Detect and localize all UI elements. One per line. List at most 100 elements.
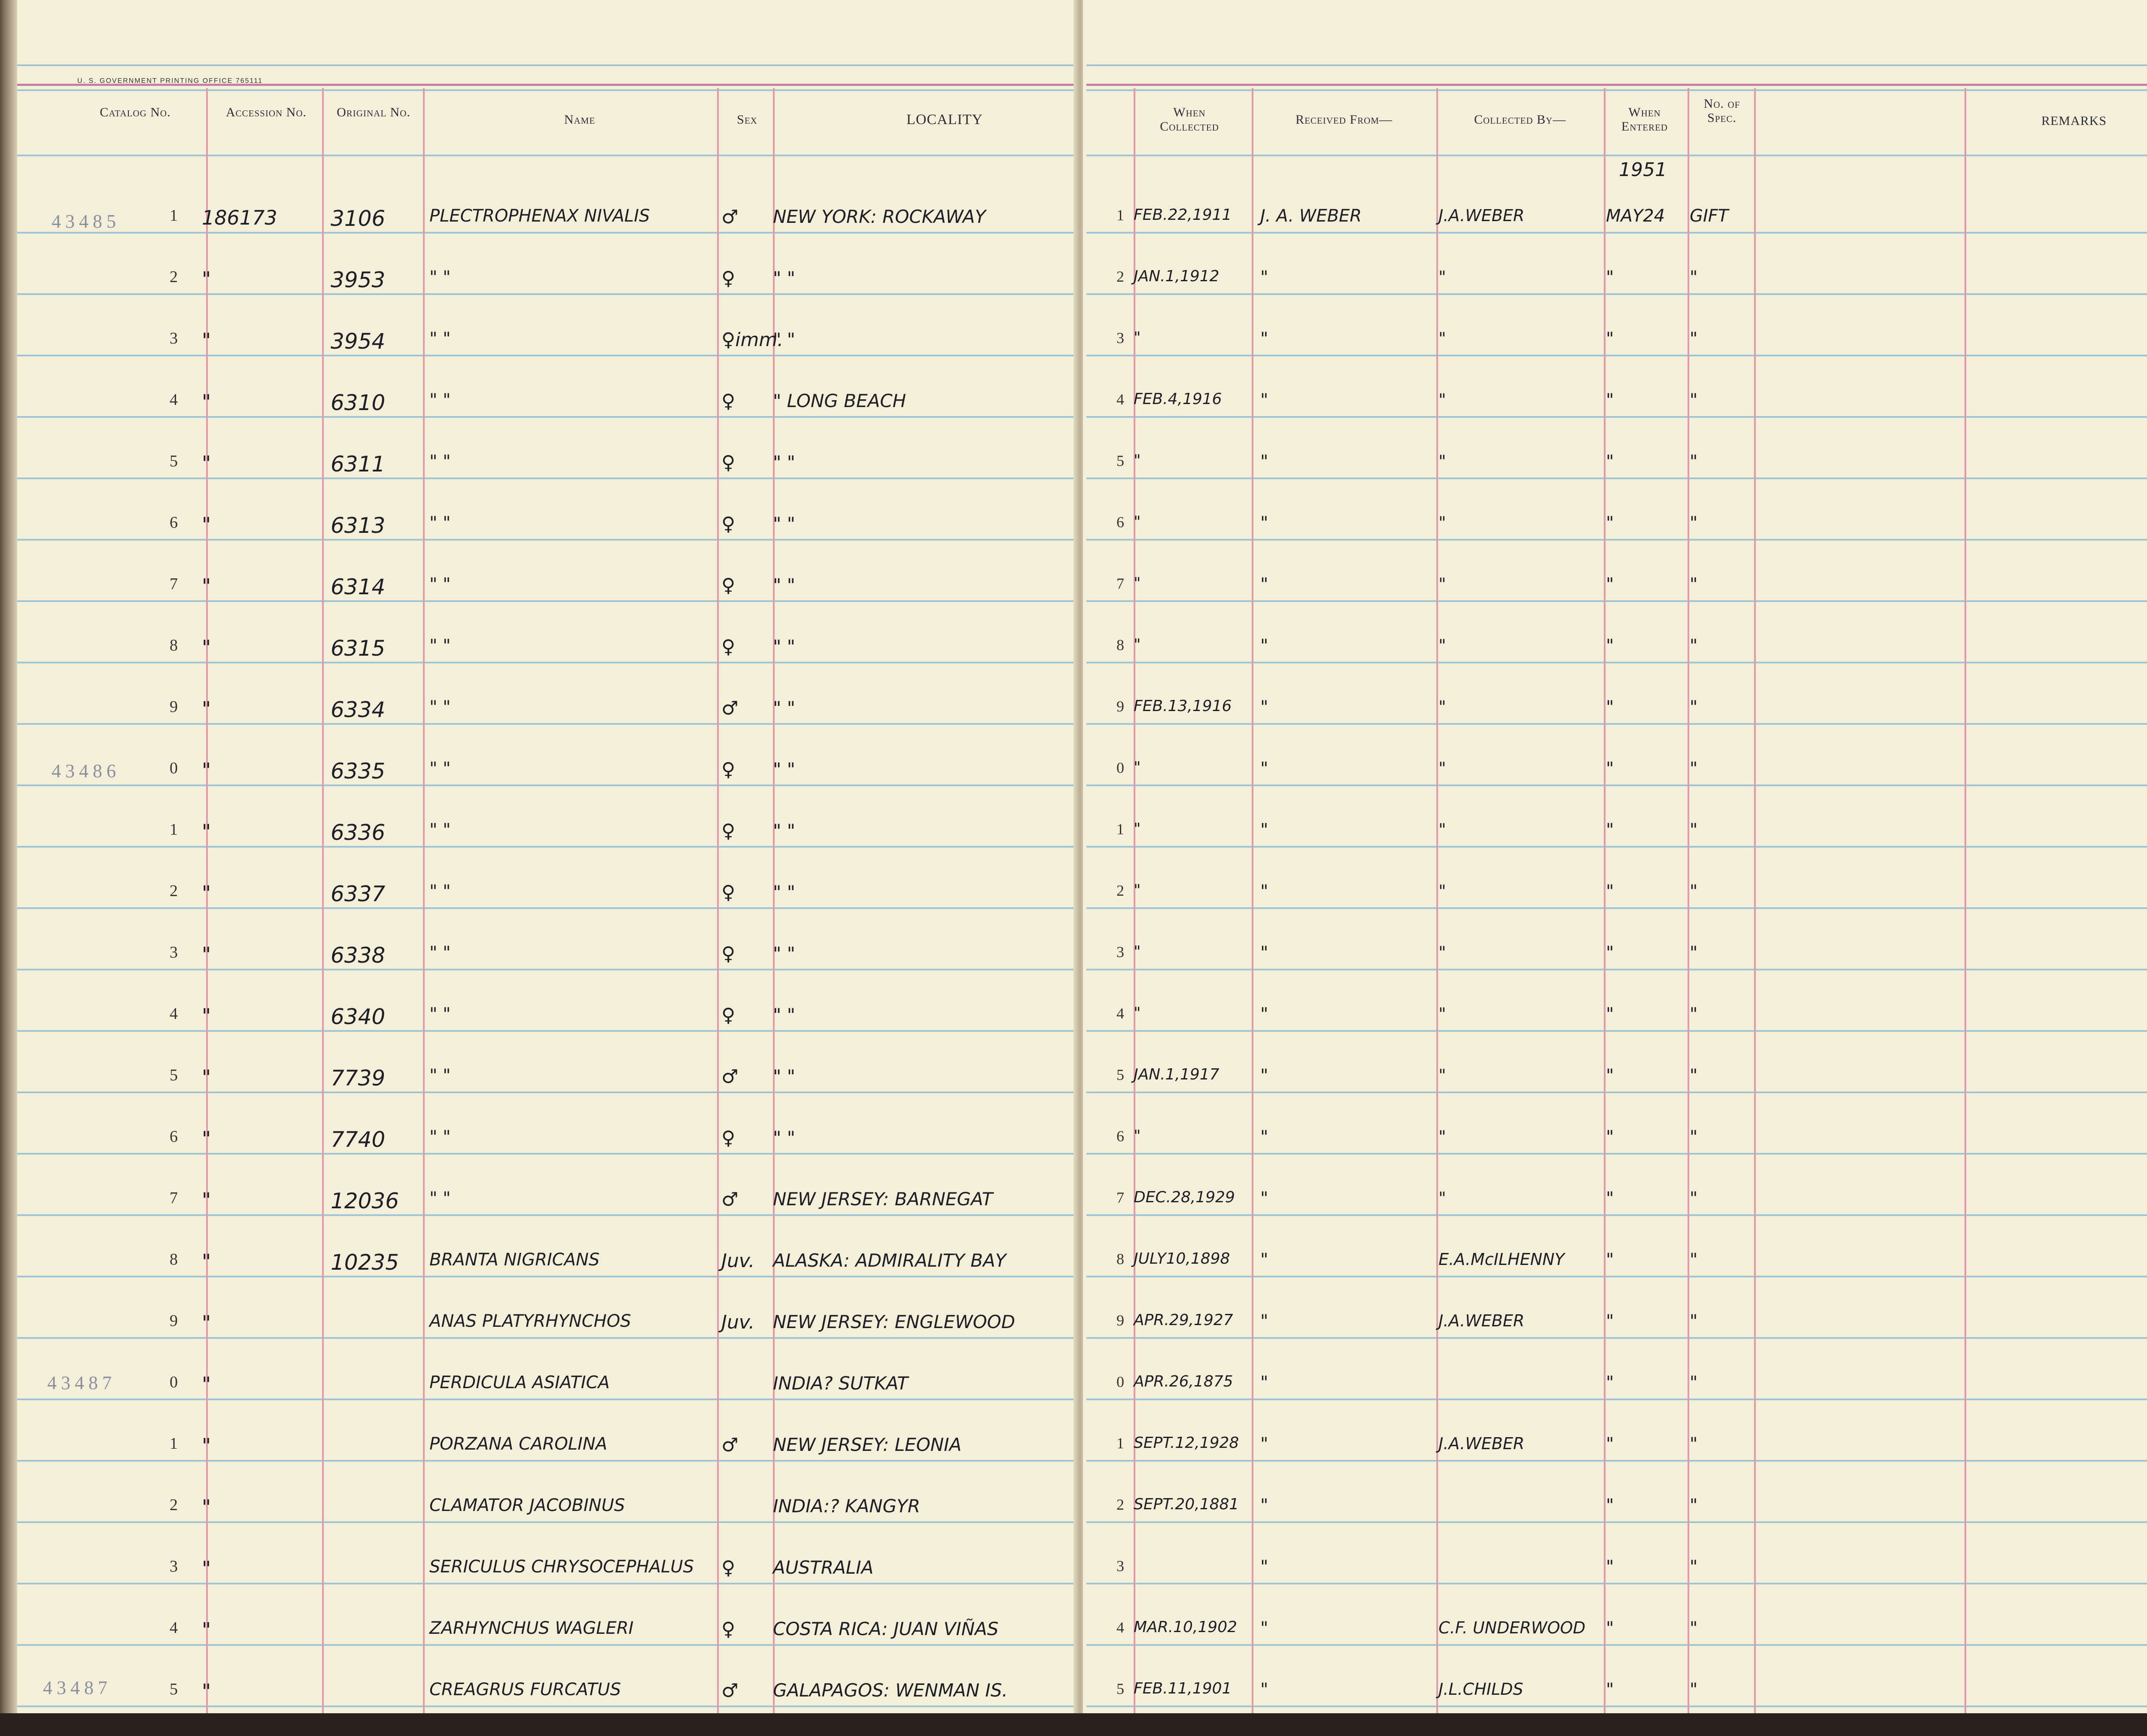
locality-cell: " ": [773, 1066, 795, 1087]
name-cell: " ": [429, 513, 451, 533]
accession-cell: ": [202, 759, 211, 782]
collected-by-cell: J.A.WEBER: [1438, 1434, 1525, 1453]
date-cell: JAN.1,1917: [1134, 1066, 1219, 1083]
right-row-number: 3: [1116, 1557, 1124, 1575]
ruled-line: [1086, 232, 2147, 234]
ruled-line: [17, 1030, 1074, 1032]
name-cell: " ": [429, 575, 451, 594]
locality-cell: NEW JERSEY: ENGLEWOOD: [773, 1311, 1016, 1332]
sex-cell: ♀: [721, 943, 736, 965]
received-from-cell: ": [1260, 1004, 1268, 1024]
received-from-cell: ": [1260, 452, 1268, 471]
received-from-cell: ": [1260, 943, 1268, 963]
ruled-line: [17, 969, 1074, 970]
accession-cell: ": [202, 575, 211, 598]
collected-by-cell: ": [1438, 882, 1446, 900]
sex-cell: ♀: [721, 513, 736, 535]
row-number: 8: [170, 1250, 178, 1268]
when-entered-cell: ": [1606, 1680, 1614, 1700]
collected-by-cell: ": [1438, 268, 1446, 286]
ruled-line: [17, 1153, 1074, 1155]
accession-cell: ": [202, 1557, 211, 1580]
date-cell: APR.26,1875: [1134, 1373, 1233, 1390]
accession-cell: ": [202, 820, 211, 843]
date-cell: FEB.11,1901: [1134, 1680, 1232, 1697]
when-entered-cell: ": [1606, 1618, 1614, 1638]
row-number: 3: [170, 329, 178, 347]
collected-by-cell: ": [1438, 1066, 1446, 1085]
name-cell: BRANTA NIGRICANS: [429, 1250, 600, 1270]
date-cell: ": [1134, 575, 1141, 592]
right-row-number: 9: [1116, 698, 1124, 715]
original-no-cell: 6336: [331, 820, 386, 845]
when-entered-cell: ": [1606, 1189, 1614, 1208]
right-row-number: 0: [1116, 759, 1124, 776]
when-entered-cell: ": [1606, 882, 1614, 901]
name-cell: PORZANA CAROLINA: [429, 1434, 608, 1454]
locality-cell: " ": [773, 268, 795, 289]
locality-cell: ALASKA: ADMIRALITY BAY: [773, 1250, 1007, 1271]
when-entered-cell: ": [1606, 1557, 1614, 1577]
accession-cell: ": [202, 1311, 211, 1335]
row-number: 2: [170, 882, 178, 900]
row-number: 6: [170, 1128, 178, 1146]
row-number: 5: [170, 1680, 178, 1698]
when-entered-cell: ": [1606, 1250, 1614, 1270]
locality-cell: " LONG BEACH: [773, 390, 906, 411]
received-from-cell: ": [1260, 1066, 1268, 1085]
collected-by-cell: E.A.McILHENNY: [1438, 1250, 1565, 1269]
when-entered-cell: ": [1606, 390, 1614, 410]
received-from-cell: ": [1260, 1680, 1268, 1700]
collected-by-cell: ": [1438, 636, 1446, 655]
sex-cell: ♀: [721, 1557, 736, 1579]
accession-cell: ": [202, 513, 211, 536]
no-of-spec-cell: ": [1690, 1496, 1698, 1515]
right-row-number: 7: [1116, 575, 1124, 592]
sex-cell: ♀: [721, 882, 736, 903]
locality-cell: " ": [773, 1004, 795, 1025]
ruled-line: [17, 784, 1074, 786]
header-original-no: Original No.: [337, 105, 411, 119]
received-from-cell: ": [1260, 513, 1268, 533]
ruled-line: [17, 1091, 1074, 1093]
row-number: 3: [170, 943, 178, 961]
name-cell: " ": [429, 759, 451, 778]
row-number: 1: [170, 821, 178, 839]
right-row-number: 8: [1116, 636, 1124, 654]
collected-by-cell: ": [1438, 943, 1446, 962]
accession-cell: ": [202, 1434, 211, 1457]
locality-cell: " ": [773, 1127, 795, 1148]
row-number: 0: [170, 1373, 178, 1391]
right-row-number: 6: [1116, 514, 1124, 531]
left-page: U. S. GOVERNMENT PRINTING OFFICE 765111: [0, 0, 1079, 1713]
ruled-line: [1086, 84, 2147, 86]
accession-cell: ": [202, 452, 211, 475]
locality-cell: " ": [773, 329, 795, 350]
accession-cell: ": [202, 390, 211, 413]
original-no-cell: 6310: [331, 390, 386, 415]
collected-by-cell: ": [1438, 390, 1446, 409]
received-from-cell: ": [1260, 1373, 1268, 1392]
header-received-from: Received From—: [1295, 112, 1393, 127]
right-row-number: 8: [1116, 1250, 1124, 1268]
ruled-line: [1086, 155, 2147, 156]
ruled-line: [1086, 1091, 2147, 1093]
no-of-spec-cell: ": [1690, 882, 1698, 901]
when-entered-cell: MAY24: [1606, 206, 1665, 226]
accession-cell: ": [202, 268, 211, 291]
right-row-number: 7: [1116, 1189, 1124, 1206]
ruled-line: [1086, 600, 2147, 602]
no-of-spec-cell: ": [1690, 513, 1698, 533]
ruled-line: [1086, 416, 2147, 418]
name-cell: " ": [429, 1127, 451, 1147]
row-number: 6: [170, 514, 178, 532]
locality-cell: " ": [773, 636, 795, 657]
row-number: 5: [170, 1066, 178, 1084]
original-no-cell: 7740: [331, 1127, 386, 1152]
collected-by-cell: ": [1438, 1127, 1446, 1146]
received-from-cell: ": [1260, 268, 1268, 287]
locality-cell: " ": [773, 759, 795, 780]
ruled-line: [1086, 1521, 2147, 1523]
no-of-spec-cell: ": [1690, 1618, 1698, 1638]
row-number: 4: [170, 1619, 178, 1637]
